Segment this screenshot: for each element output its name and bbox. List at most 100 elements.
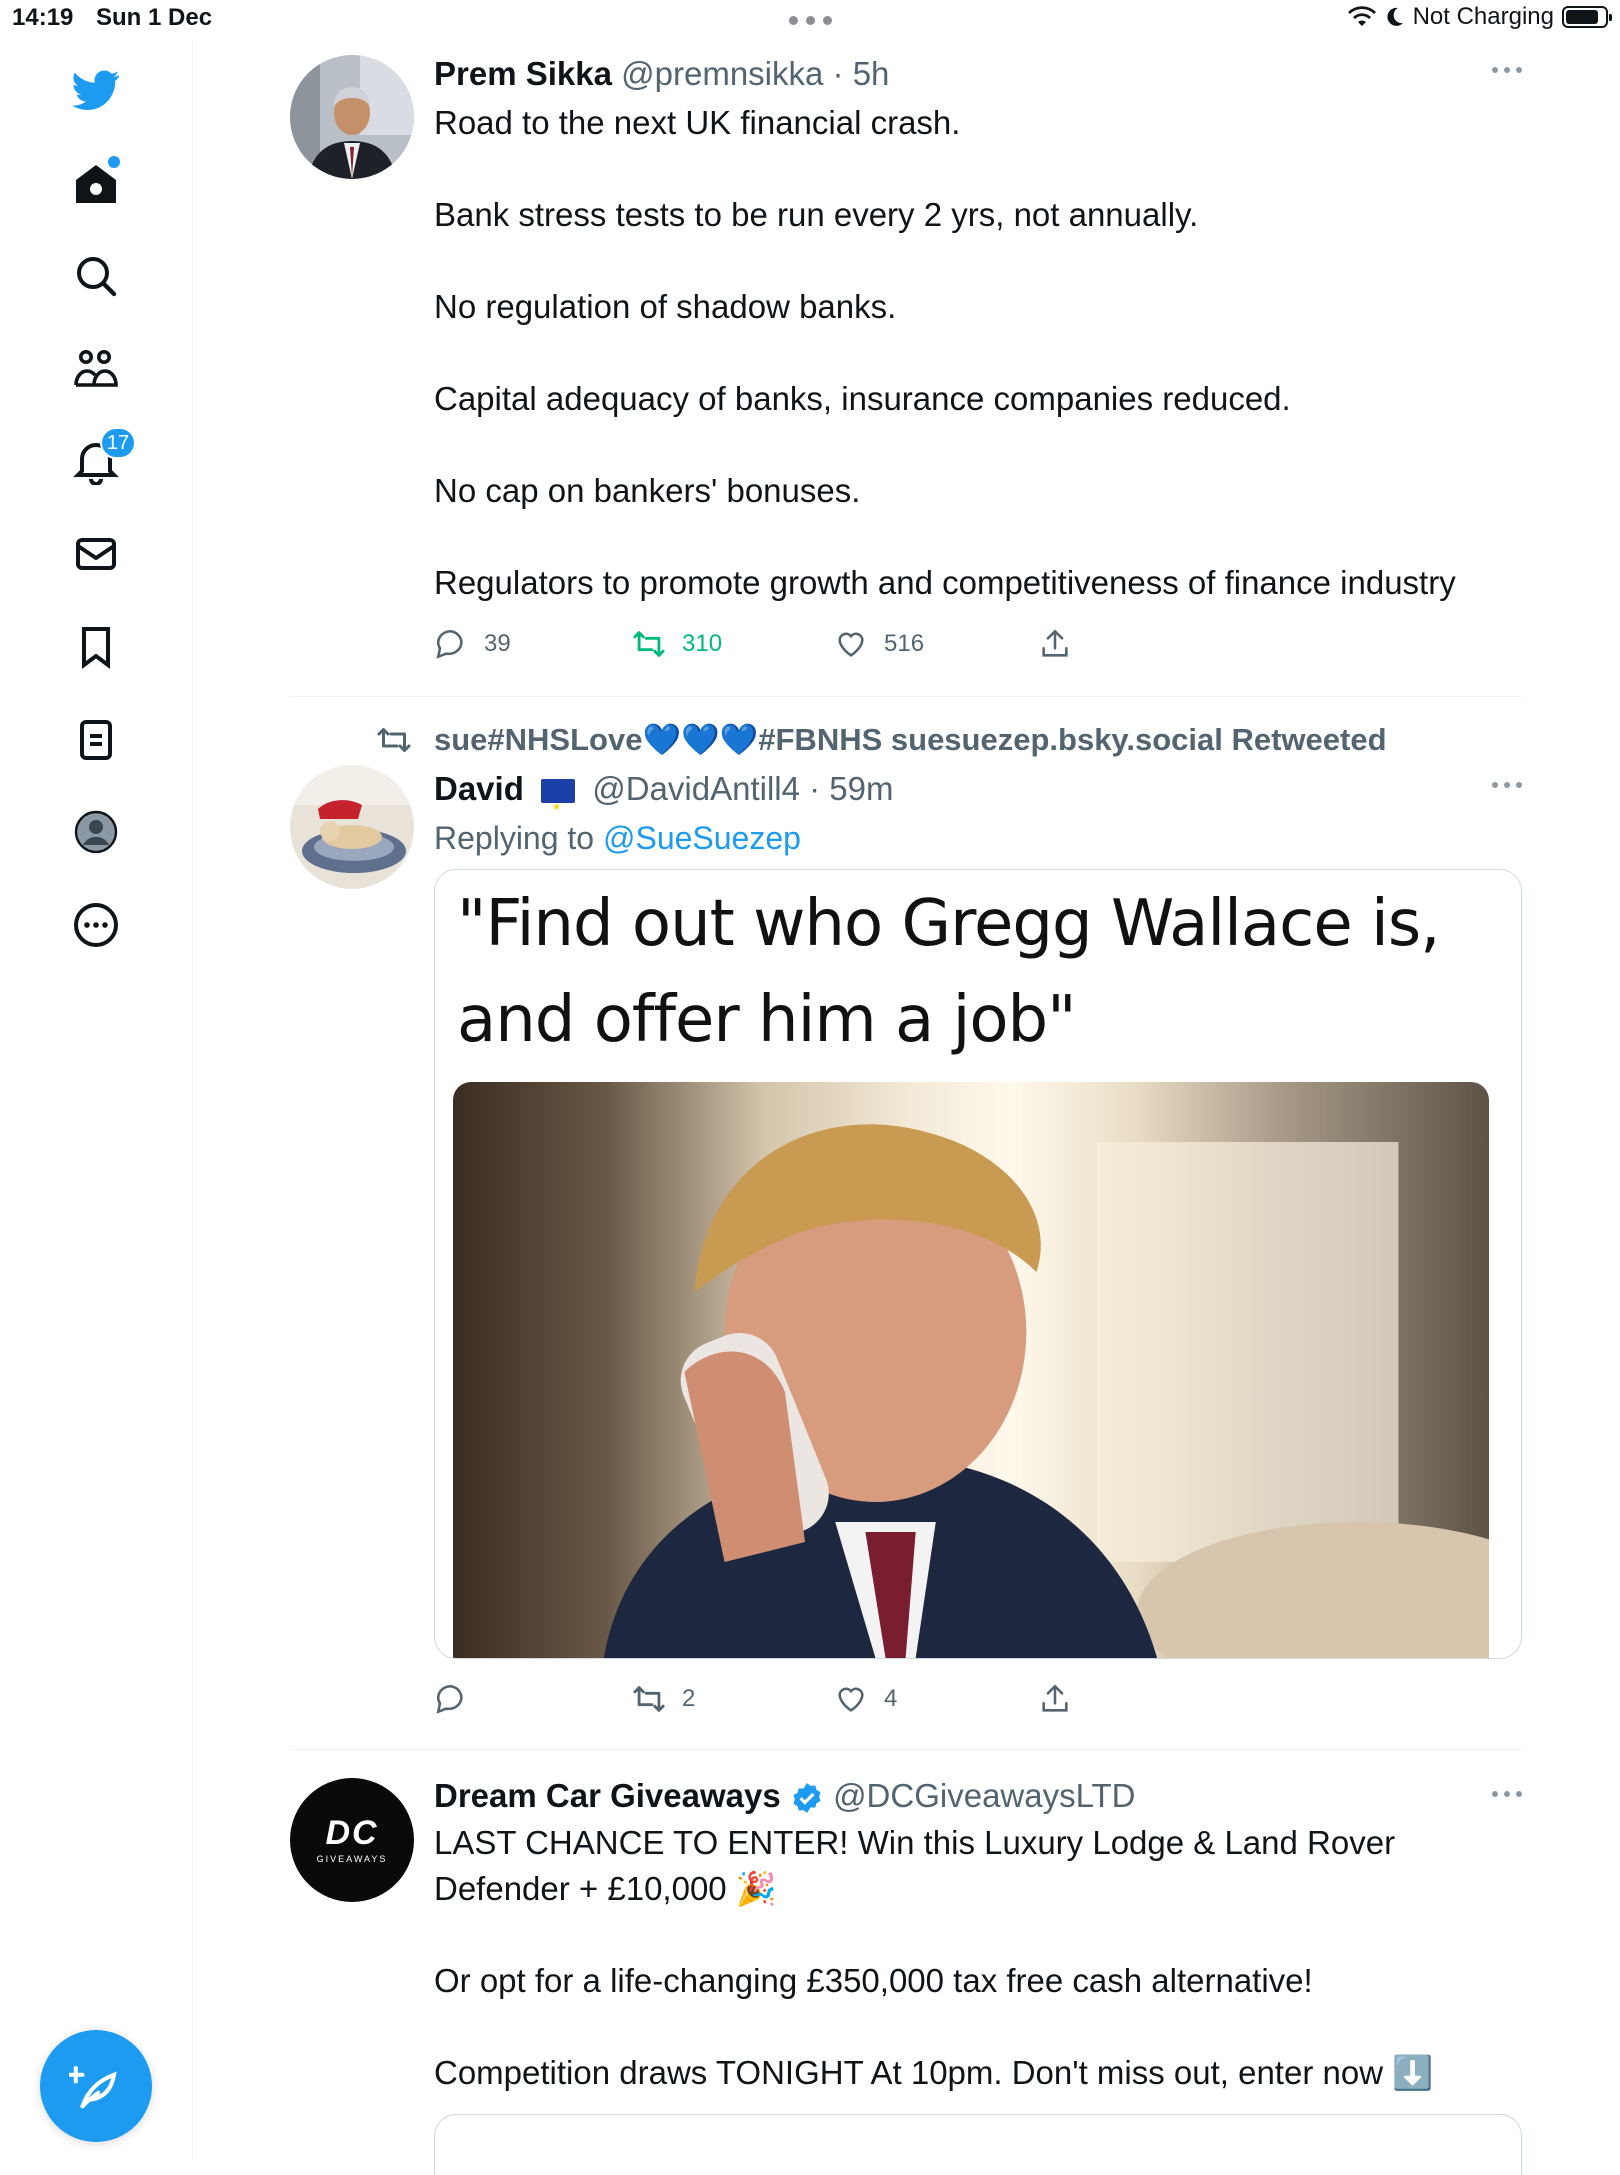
tweet-header: Dream Car Giveaways @DCGiveawaysLTD [434, 1772, 1522, 1820]
retweet-count: 2 [682, 1685, 696, 1712]
media-card[interactable] [434, 2114, 1522, 2175]
moon-icon [1386, 7, 1403, 26]
like-count: 516 [884, 630, 925, 657]
share-button[interactable] [1038, 1671, 1072, 1727]
tweet-actions: 2 4 [434, 1671, 1522, 1727]
reply-button[interactable] [434, 1671, 484, 1727]
retweet-count: 310 [682, 630, 723, 657]
tweet-time[interactable]: 59m [829, 770, 893, 807]
author-handle[interactable]: @DavidAntill4 [592, 770, 800, 807]
tweet-more-button[interactable] [1482, 1784, 1522, 1804]
reply-button[interactable]: 39 [434, 616, 511, 672]
author-handle[interactable]: @DCGiveawaysLTD [833, 1777, 1135, 1814]
media-quote-text: "Find out who Gregg Wallace is, and offe… [435, 870, 1521, 1082]
quote-line: and offer him a job" [457, 983, 1077, 1057]
tweet-paragraph: LAST CHANCE TO ENTER! Win this Luxury Lo… [434, 1824, 1396, 1861]
brand-logo-subtext: GIVEAWAYS [316, 1854, 388, 1864]
status-date: Sun 1 Dec [96, 4, 213, 31]
replying-to: Replying to @SueSuezep [434, 813, 1522, 863]
heart-icon [838, 1687, 864, 1712]
tweet-paragraph: Defender + £10,000 🎉 [434, 1870, 777, 1907]
tweet-more-button[interactable] [1482, 775, 1522, 795]
retweet-icon [633, 1686, 665, 1712]
sidebar-item-bookmarks[interactable] [56, 607, 136, 687]
reply-icon [436, 629, 463, 659]
author-name[interactable]: David [434, 770, 524, 807]
notifications-badge: 17 [100, 427, 136, 459]
twitter-logo[interactable] [56, 50, 136, 130]
search-icon [77, 257, 117, 297]
compose-tweet-button[interactable] [40, 2030, 152, 2142]
reply-count: 39 [484, 630, 511, 657]
verified-badge-icon [793, 1783, 821, 1814]
media-card[interactable]: "Find out who Gregg Wallace is, and offe… [434, 869, 1522, 1659]
avatar[interactable] [290, 765, 414, 889]
battery-icon [1562, 6, 1612, 28]
sidebar: 17 [0, 40, 193, 2160]
status-time: 14:19 [12, 4, 74, 31]
multitasking-grabber[interactable] [768, 16, 852, 26]
retweet-button[interactable]: 310 [632, 616, 722, 672]
retweet-icon [633, 631, 665, 657]
status-right: Not Charging [1347, 3, 1612, 31]
tweet-text: Road to the next UK financial crash. Ban… [434, 100, 1522, 606]
heart-icon [838, 632, 864, 657]
tweet[interactable]: Prem Sikka @premnsikka · 5h Road to the … [290, 40, 1522, 697]
replying-label: Replying to [434, 820, 595, 856]
author-handle[interactable]: @premnsikka [621, 55, 823, 92]
more-circle-icon [74, 903, 118, 947]
sidebar-item-profile[interactable] [56, 792, 136, 872]
replying-to-link[interactable]: @SueSuezep [603, 820, 801, 856]
avatar[interactable] [290, 55, 414, 179]
retweet-icon [377, 728, 411, 752]
avatar[interactable]: DC GIVEAWAYS [290, 1778, 414, 1902]
author-name[interactable]: Dream Car Giveaways [434, 1777, 781, 1814]
quote-line: "Find out who Gregg Wallace is, [457, 887, 1441, 961]
status-bar: 14:19 Sun 1 Dec Not Charging [0, 0, 1620, 40]
retweet-button[interactable]: 2 [632, 1671, 695, 1727]
tweet-paragraph: No regulation of shadow banks. [434, 288, 897, 325]
sidebar-item-home[interactable] [56, 144, 136, 224]
brand-logo-text: DC [325, 1814, 379, 1852]
tweet-text: LAST CHANCE TO ENTER! Win this Luxury Lo… [434, 1820, 1522, 2096]
sidebar-item-notifications[interactable]: 17 [56, 421, 136, 501]
retweeted-by[interactable]: sue#NHSLove💙💙💙#FBNHS suesuezep.bsky.soci… [290, 715, 1522, 765]
tweet-paragraph: No cap on bankers' bonuses. [434, 472, 861, 509]
tweet-paragraph: Regulators to promote growth and competi… [434, 564, 1456, 601]
mail-icon [76, 538, 116, 570]
tweet-paragraph: Road to the next UK financial crash. [434, 104, 961, 141]
avatar-icon [74, 810, 118, 854]
tweet-more-button[interactable] [1482, 60, 1522, 80]
sidebar-item-communities[interactable] [56, 329, 136, 409]
tweet-header: Prem Sikka @premnsikka · 5h [434, 55, 890, 92]
share-button[interactable] [1038, 616, 1072, 672]
reply-icon [436, 1684, 463, 1714]
tweet-header: David @DavidAntill4 · 59m [434, 765, 1522, 832]
tweet-actions: 39 310 516 [434, 616, 1522, 672]
tweet-paragraph: Bank stress tests to be run every 2 yrs,… [434, 196, 1199, 233]
like-button[interactable]: 4 [834, 1671, 897, 1727]
wifi-icon [1347, 6, 1376, 26]
retweeted-label: sue#NHSLove💙💙💙#FBNHS suesuezep.bsky.soci… [434, 722, 1387, 757]
like-button[interactable]: 516 [834, 616, 924, 672]
list-icon [80, 720, 112, 760]
share-icon [1042, 1684, 1068, 1712]
people-icon [74, 350, 118, 387]
charging-status: Not Charging [1412, 3, 1554, 30]
compose-feather-icon [69, 2065, 117, 2109]
tweet-paragraph: Competition draws TONIGHT At 10pm. Don't… [434, 2054, 1434, 2091]
tweet[interactable]: sue#NHSLove💙💙💙#FBNHS suesuezep.bsky.soci… [290, 697, 1522, 1750]
sidebar-item-lists[interactable] [56, 700, 136, 780]
author-name[interactable]: Prem Sikka [434, 55, 612, 92]
tweet[interactable]: DC GIVEAWAYS Dream Car Giveaways @DCGive… [290, 1750, 1522, 2175]
sidebar-item-messages[interactable] [56, 514, 136, 594]
media-photo[interactable] [453, 1082, 1489, 1658]
share-icon [1042, 629, 1068, 657]
tweet-time[interactable]: 5h [853, 55, 890, 92]
timeline: Prem Sikka @premnsikka · 5h Road to the … [290, 40, 1522, 2175]
bookmark-icon [82, 627, 110, 669]
eu-flag-icon [541, 779, 576, 832]
sidebar-item-more[interactable] [56, 885, 136, 965]
sidebar-item-explore[interactable] [56, 236, 136, 316]
bird-icon [72, 70, 120, 110]
